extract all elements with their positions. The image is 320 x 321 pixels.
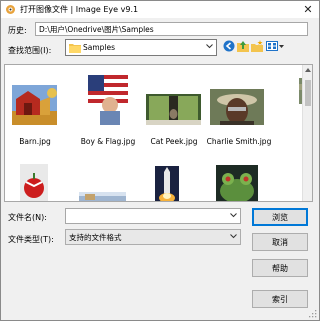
filetype-select[interactable]: 支持的文件格式 bbox=[65, 229, 241, 245]
title-bar: 打开图像文件 | Image Eye v9.1 ✕ bbox=[1, 1, 319, 18]
look-in-value: Samples bbox=[83, 43, 116, 52]
view-menu-icon[interactable] bbox=[266, 40, 284, 52]
filename-input[interactable] bbox=[65, 208, 241, 224]
history-value: D:\用户\Onedrive\图片\Samples bbox=[39, 25, 154, 34]
barn-thumbnail bbox=[12, 85, 57, 125]
chevron-down-icon bbox=[204, 41, 214, 52]
file-list[interactable]: Barn.jpg Boy & Flag.jpg Cat Peek.jpg Cha… bbox=[4, 64, 313, 202]
frog-thumbnail bbox=[216, 165, 258, 201]
up-folder-icon[interactable] bbox=[237, 40, 249, 52]
open-image-dialog: 打开图像文件 | Image Eye v9.1 ✕ 历史: D:\用户\Oned… bbox=[0, 0, 320, 321]
back-icon[interactable] bbox=[223, 40, 235, 52]
boy-flag-thumbnail bbox=[88, 75, 128, 125]
close-button[interactable]: ✕ bbox=[300, 2, 316, 17]
history-combo[interactable]: D:\用户\Onedrive\图片\Samples bbox=[35, 22, 308, 36]
open-button[interactable]: 浏览 bbox=[252, 208, 308, 226]
chevron-down-icon bbox=[228, 231, 238, 242]
look-in-combo[interactable]: Samples bbox=[65, 39, 217, 56]
file-name: Charlie Smith.jpg bbox=[206, 137, 272, 146]
cancel-button[interactable]: 取消 bbox=[252, 233, 308, 251]
close-icon: ✕ bbox=[303, 3, 313, 16]
cat-peek-thumbnail bbox=[146, 94, 201, 125]
look-in-label: 查找范围(I): bbox=[8, 46, 52, 55]
history-label: 历史: bbox=[8, 26, 27, 35]
landscape-thumbnail bbox=[79, 192, 126, 201]
filetype-value: 支持的文件格式 bbox=[69, 233, 122, 242]
folder-icon bbox=[69, 44, 81, 53]
filetype-label: 文件类型(T): bbox=[8, 235, 54, 244]
scrollbar-thumb[interactable] bbox=[305, 80, 311, 106]
filename-label: 文件名(N): bbox=[8, 213, 47, 222]
help-button[interactable]: 帮助 bbox=[252, 259, 308, 277]
window-title: 打开图像文件 | Image Eye v9.1 bbox=[20, 5, 139, 14]
tomato-thumbnail bbox=[20, 164, 48, 201]
resize-grip-icon[interactable] bbox=[308, 309, 317, 318]
app-icon bbox=[6, 5, 15, 14]
charlie-smith-thumbnail bbox=[210, 89, 264, 125]
new-folder-icon[interactable] bbox=[251, 40, 263, 52]
index-button[interactable]: 索引 bbox=[252, 290, 308, 308]
chevron-down-icon[interactable] bbox=[228, 210, 238, 221]
vertical-scrollbar[interactable] bbox=[302, 65, 312, 201]
shuttle-thumbnail bbox=[155, 166, 179, 201]
scroll-up-arrow-icon[interactable] bbox=[305, 68, 311, 72]
